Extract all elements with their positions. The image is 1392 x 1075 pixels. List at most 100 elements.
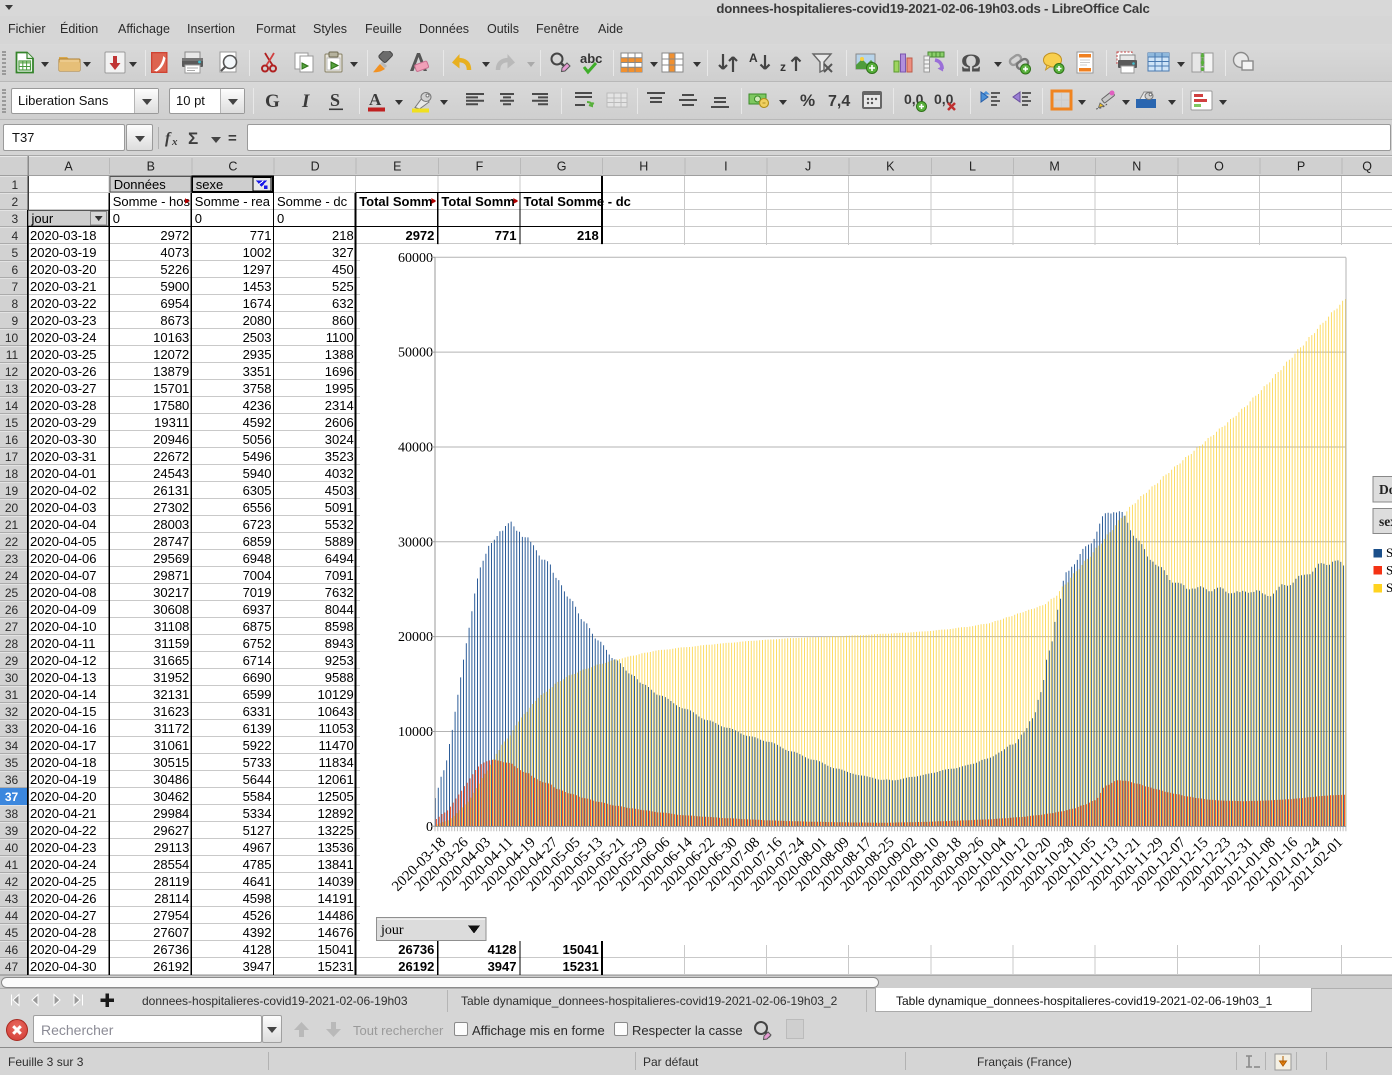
svg-text:Ω: Ω bbox=[962, 51, 981, 77]
svg-text:13225: 13225 bbox=[318, 823, 354, 838]
svg-text:12505: 12505 bbox=[318, 789, 354, 804]
svg-text:31665: 31665 bbox=[153, 653, 189, 668]
svg-text:7632: 7632 bbox=[325, 585, 354, 600]
svg-text:30: 30 bbox=[5, 671, 19, 685]
svg-text:327: 327 bbox=[332, 245, 354, 260]
svg-text:sex: sex bbox=[1379, 514, 1392, 529]
svg-text:10643: 10643 bbox=[318, 704, 354, 719]
svg-text:5733: 5733 bbox=[243, 755, 272, 770]
svg-text:3947: 3947 bbox=[243, 959, 272, 974]
svg-text:29: 29 bbox=[5, 654, 19, 668]
svg-text:12892: 12892 bbox=[318, 806, 354, 821]
svg-text:P: P bbox=[1297, 160, 1305, 174]
svg-text:7,4: 7,4 bbox=[828, 93, 850, 110]
svg-text:I: I bbox=[301, 91, 310, 112]
svg-text:1995: 1995 bbox=[325, 381, 354, 396]
svg-text:43: 43 bbox=[5, 892, 19, 906]
svg-text:2020-04-03: 2020-04-03 bbox=[30, 500, 97, 515]
svg-text:2020-04-22: 2020-04-22 bbox=[30, 823, 97, 838]
svg-text:So: So bbox=[1386, 545, 1392, 560]
svg-text:771: 771 bbox=[250, 228, 272, 243]
svg-text:42: 42 bbox=[5, 875, 19, 889]
svg-text:771: 771 bbox=[495, 228, 517, 243]
svg-text:2503: 2503 bbox=[243, 330, 272, 345]
svg-text:=: = bbox=[228, 130, 237, 147]
svg-text:1696: 1696 bbox=[325, 364, 354, 379]
svg-text:21: 21 bbox=[5, 518, 19, 532]
svg-text:1674: 1674 bbox=[243, 296, 272, 311]
svg-text:2020-04-07: 2020-04-07 bbox=[30, 568, 97, 583]
svg-text:2020-03-26: 2020-03-26 bbox=[30, 364, 97, 379]
svg-text:2020-04-11: 2020-04-11 bbox=[30, 636, 96, 651]
svg-text:44: 44 bbox=[5, 909, 19, 923]
svg-text:L: L bbox=[969, 160, 976, 174]
svg-text:32131: 32131 bbox=[153, 687, 189, 702]
svg-text:2020-04-17: 2020-04-17 bbox=[30, 738, 97, 753]
svg-text:40: 40 bbox=[5, 841, 19, 855]
svg-text:38: 38 bbox=[5, 807, 19, 821]
svg-text:2020-04-23: 2020-04-23 bbox=[30, 840, 97, 855]
svg-text:15231: 15231 bbox=[318, 959, 354, 974]
svg-text:2080: 2080 bbox=[243, 313, 272, 328]
svg-text:Somme - dc: Somme - dc bbox=[277, 194, 348, 209]
svg-text:0: 0 bbox=[426, 820, 433, 835]
svg-text:5644: 5644 bbox=[243, 772, 272, 787]
svg-text:2020-04-04: 2020-04-04 bbox=[30, 517, 97, 532]
svg-text:6599: 6599 bbox=[243, 687, 272, 702]
svg-text:abc: abc bbox=[580, 51, 602, 66]
svg-text:jour: jour bbox=[380, 923, 404, 938]
svg-text:4128: 4128 bbox=[243, 942, 272, 957]
svg-text:6723: 6723 bbox=[243, 517, 272, 532]
svg-text:2020-04-01: 2020-04-01 bbox=[30, 466, 97, 481]
svg-text:D: D bbox=[311, 160, 320, 174]
svg-text:10163: 10163 bbox=[153, 330, 189, 345]
svg-text:O: O bbox=[1214, 160, 1224, 174]
svg-text:6859: 6859 bbox=[243, 534, 272, 549]
svg-text:7004: 7004 bbox=[243, 568, 272, 583]
svg-text:%: % bbox=[800, 91, 815, 110]
svg-text:So: So bbox=[1386, 580, 1392, 595]
svg-text:I: I bbox=[724, 160, 727, 174]
svg-text:2314: 2314 bbox=[325, 398, 354, 413]
svg-text:50000: 50000 bbox=[398, 346, 433, 361]
svg-text:1002: 1002 bbox=[243, 245, 272, 260]
svg-text:A: A bbox=[749, 51, 758, 65]
svg-text:27302: 27302 bbox=[153, 500, 189, 515]
svg-text:28119: 28119 bbox=[154, 874, 189, 889]
svg-text:2020-04-05: 2020-04-05 bbox=[30, 534, 97, 549]
svg-text:29871: 29871 bbox=[153, 568, 189, 583]
svg-text:F: F bbox=[476, 160, 484, 174]
svg-text:3024: 3024 bbox=[325, 432, 354, 447]
svg-text:1297: 1297 bbox=[243, 262, 272, 277]
svg-text:5900: 5900 bbox=[160, 279, 189, 294]
svg-text:2972: 2972 bbox=[160, 228, 189, 243]
svg-text:5334: 5334 bbox=[243, 806, 272, 821]
svg-text:20: 20 bbox=[5, 501, 19, 515]
svg-text:15041: 15041 bbox=[318, 942, 354, 957]
svg-text:0: 0 bbox=[277, 211, 284, 226]
svg-text:2020-04-18: 2020-04-18 bbox=[30, 755, 97, 770]
svg-text:36: 36 bbox=[5, 773, 19, 787]
svg-text:10: 10 bbox=[5, 331, 19, 345]
svg-text:28747: 28747 bbox=[153, 534, 189, 549]
svg-text:27954: 27954 bbox=[153, 908, 189, 923]
svg-text:14191: 14191 bbox=[318, 891, 354, 906]
svg-text:6752: 6752 bbox=[243, 636, 272, 651]
svg-text:2020-04-25: 2020-04-25 bbox=[30, 874, 97, 889]
svg-text:4592: 4592 bbox=[243, 415, 272, 430]
svg-text:2020-03-22: 2020-03-22 bbox=[30, 296, 97, 311]
svg-text:34: 34 bbox=[5, 739, 19, 753]
svg-text:Σ: Σ bbox=[188, 129, 198, 148]
svg-text:860: 860 bbox=[332, 313, 354, 328]
svg-text:47: 47 bbox=[5, 960, 19, 974]
svg-text:5056: 5056 bbox=[243, 432, 272, 447]
svg-text:2020-04-02: 2020-04-02 bbox=[30, 483, 97, 498]
svg-text:6: 6 bbox=[12, 263, 19, 277]
svg-text:6937: 6937 bbox=[243, 602, 272, 617]
svg-text:4032: 4032 bbox=[325, 466, 354, 481]
svg-text:13536: 13536 bbox=[318, 840, 354, 855]
svg-text:2020-04-08: 2020-04-08 bbox=[30, 585, 97, 600]
svg-text:Données: Données bbox=[114, 177, 167, 192]
svg-text:Total Somm: Total Somm bbox=[359, 194, 432, 209]
svg-text:G: G bbox=[265, 91, 280, 112]
